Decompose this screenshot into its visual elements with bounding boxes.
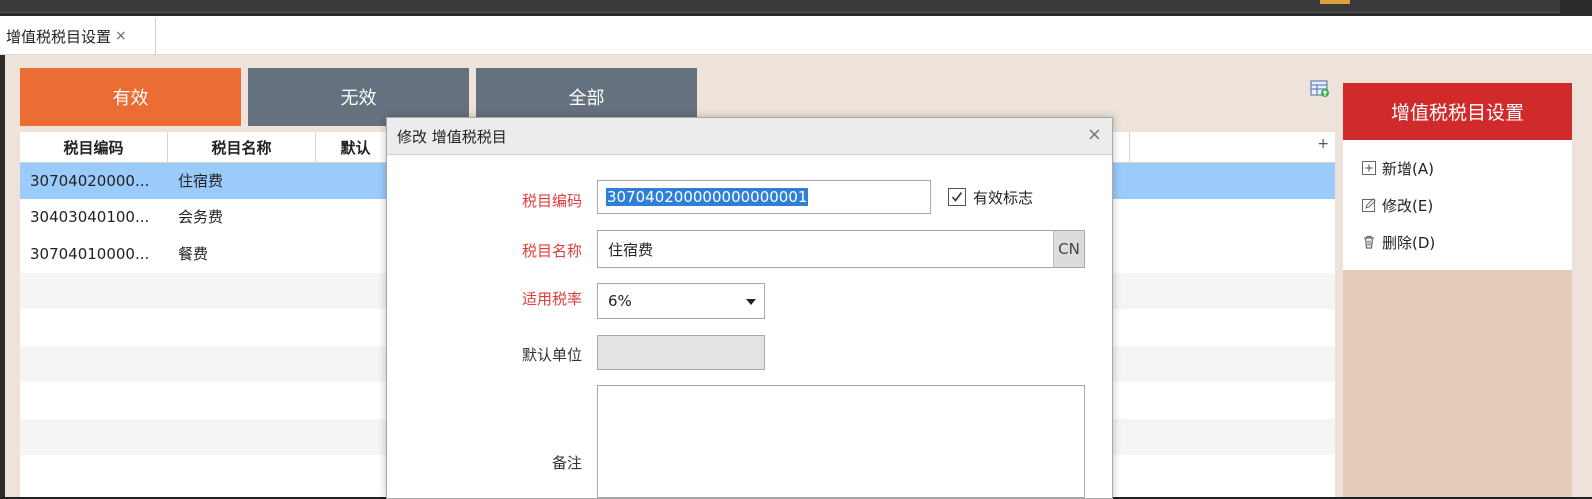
check-icon — [951, 192, 963, 202]
action-menu: 新增(A) 修改(E) 删除(D) — [1343, 140, 1572, 270]
note-label: 备注 — [551, 454, 582, 472]
tab-vat-items[interactable]: 增值税税目设置 × — [0, 18, 156, 54]
right-action-panel: 增值税税目设置 新增(A) 修改(E) 删除(D) — [1343, 83, 1572, 497]
title-accent — [1320, 0, 1350, 4]
header-default[interactable]: 默认 — [316, 132, 396, 162]
tab-close-icon[interactable]: × — [115, 28, 127, 44]
export-excel-icon[interactable] — [1310, 80, 1330, 98]
delete-label: 删除(D) — [1382, 233, 1436, 252]
window-top-strip — [0, 0, 1592, 16]
name-value: 住宿费 — [608, 240, 654, 259]
unit-input[interactable] — [597, 335, 765, 370]
cell-code: 30704020000... — [30, 172, 150, 190]
add-button[interactable]: 新增(A) — [1361, 156, 1434, 180]
name-label: 税目名称 — [521, 242, 582, 260]
valid-flag-label: 有效标志 — [973, 189, 1034, 207]
filter-valid-button[interactable]: 有效 — [20, 68, 241, 126]
name-input[interactable]: 住宿费 CN — [597, 230, 1085, 268]
unit-label: 默认单位 — [521, 346, 582, 364]
valid-flag-checkbox[interactable] — [948, 188, 966, 206]
code-value: 307040200000000000001 — [606, 188, 809, 206]
header-name[interactable]: 税目名称 — [168, 132, 316, 162]
edit-icon — [1362, 198, 1376, 212]
code-label: 税目编码 — [521, 192, 582, 210]
cell-code: 30704010000... — [30, 245, 150, 263]
cell-name: 住宿费 — [178, 172, 224, 190]
tab-label: 增值税税目设置 — [6, 27, 112, 46]
delete-button[interactable]: 删除(D) — [1361, 230, 1435, 254]
edit-dialog: 修改 增值税税目 × 税目编码 307040200000000000001 有效… — [386, 117, 1113, 499]
cell-code: 30403040100... — [30, 208, 150, 226]
rate-label: 适用税率 — [521, 290, 582, 308]
note-textarea[interactable] — [597, 385, 1085, 498]
dialog-header: 修改 增值税税目 × — [387, 118, 1112, 155]
rate-select[interactable]: 6% — [597, 283, 765, 319]
code-input[interactable]: 307040200000000000001 — [597, 180, 931, 214]
edit-label: 修改(E) — [1382, 196, 1434, 215]
tab-bar: 增值税税目设置 × — [0, 16, 1592, 55]
dialog-title: 修改 增值税税目 — [397, 128, 507, 146]
add-column-icon[interactable]: + — [1317, 136, 1329, 152]
rate-value: 6% — [608, 292, 632, 310]
cn-input-button[interactable]: CN — [1053, 231, 1084, 267]
trash-icon — [1364, 235, 1374, 249]
cell-name: 会务费 — [178, 208, 224, 226]
add-icon — [1362, 161, 1376, 175]
panel-title: 增值税税目设置 — [1343, 83, 1572, 140]
header-code[interactable]: 税目编码 — [20, 132, 168, 162]
edit-button[interactable]: 修改(E) — [1361, 193, 1433, 217]
dialog-close-icon[interactable]: × — [1087, 124, 1102, 145]
cell-name: 餐费 — [178, 245, 209, 263]
chevron-down-icon — [746, 299, 756, 305]
add-label: 新增(A) — [1382, 159, 1434, 178]
